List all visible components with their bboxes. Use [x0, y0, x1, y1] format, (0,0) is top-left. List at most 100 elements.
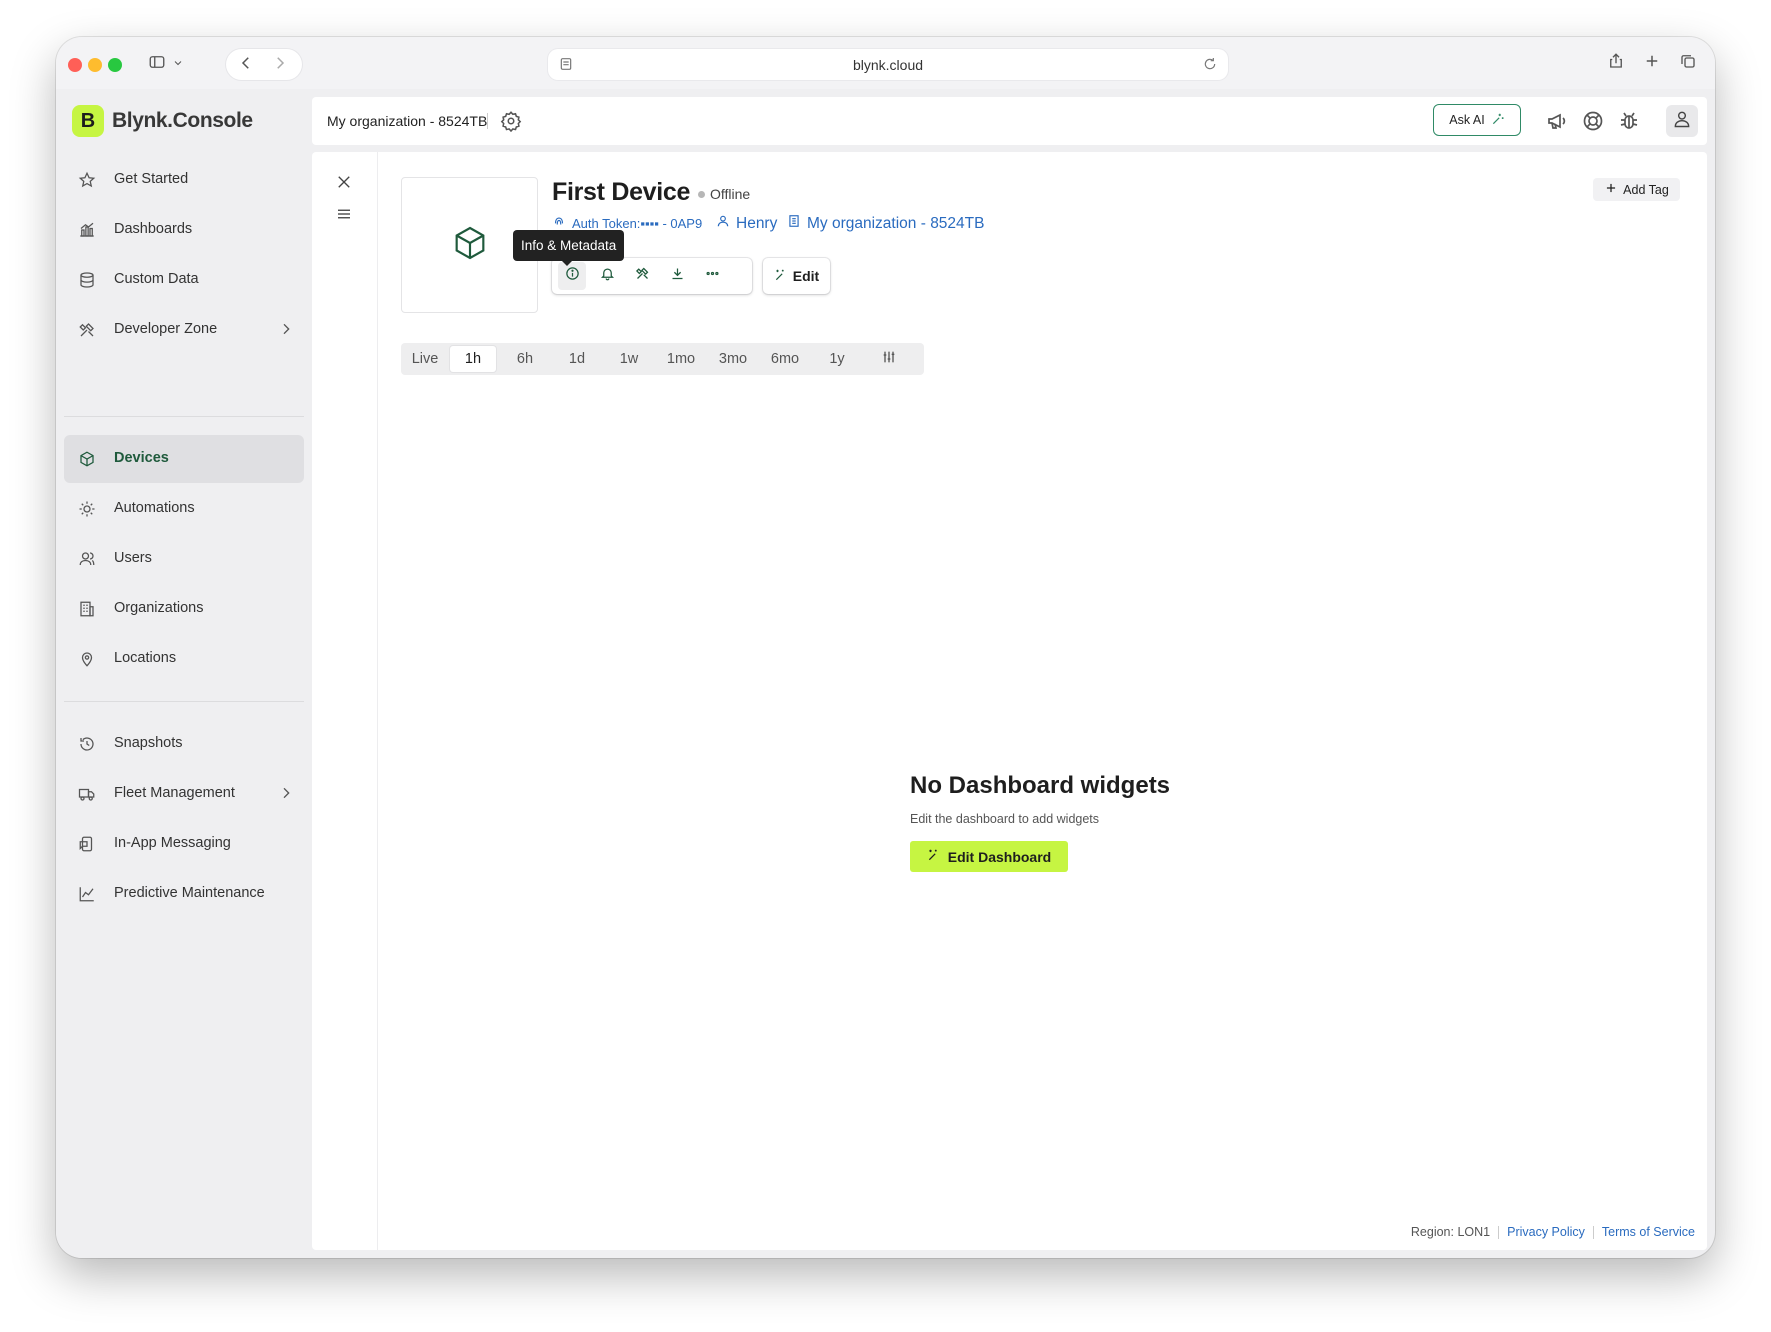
range-1y[interactable]: 1y [814, 346, 860, 372]
sliders-icon [881, 349, 897, 369]
tools-icon [78, 321, 96, 339]
tab-overview-button[interactable] [1674, 49, 1702, 77]
privacy-policy-link[interactable]: Privacy Policy [1507, 1225, 1585, 1239]
range-1w[interactable]: 1w [606, 346, 652, 372]
developer-tools-button[interactable] [628, 262, 656, 290]
menu-icon[interactable] [335, 205, 353, 223]
snapshot-icon [78, 735, 96, 753]
range-live[interactable]: Live [402, 346, 448, 372]
sidebar-item-in-app-messaging[interactable]: In-App Messaging [64, 820, 304, 868]
database-icon [78, 271, 96, 289]
notifications-button[interactable] [593, 262, 621, 290]
organization-name[interactable]: My organization - 8524TB [327, 113, 487, 129]
sidebar-item-label: In-App Messaging [114, 835, 231, 851]
plus-icon [1643, 52, 1661, 75]
range-1h[interactable]: 1h [450, 346, 496, 372]
address-bar[interactable]: blynk.cloud [548, 49, 1228, 80]
sidebar-item-label: Predictive Maintenance [114, 885, 265, 901]
terms-of-service-link[interactable]: Terms of Service [1602, 1225, 1695, 1239]
ask-ai-label: Ask AI [1449, 113, 1485, 127]
edit-device-button[interactable]: Edit [763, 258, 830, 294]
add-tag-button[interactable]: Add Tag [1593, 178, 1680, 201]
time-range-selector: Live 1h 6h 1d 1w 1mo 3mo 6mo 1y [401, 343, 924, 375]
sidebar-item-users[interactable]: Users [64, 535, 304, 583]
user-icon [716, 214, 730, 233]
new-tab-button[interactable] [1638, 49, 1666, 77]
sidebar-toggle-button[interactable] [142, 49, 190, 80]
share-button[interactable] [1602, 49, 1630, 77]
organization-link[interactable]: My organization - 8524TB [787, 214, 984, 233]
bell-icon [600, 266, 615, 286]
browser-window: blynk.cloud B Blynk.Console Get Started … [56, 37, 1715, 1258]
history-nav [226, 49, 302, 80]
sidebar-item-label: Users [114, 550, 152, 566]
footer-divider [1592, 1225, 1594, 1239]
help-icon[interactable] [1581, 109, 1605, 133]
ask-ai-button[interactable]: Ask AI [1433, 104, 1521, 136]
range-1mo[interactable]: 1mo [658, 346, 704, 372]
users-icon [78, 550, 96, 568]
sidebar-item-fleet-management[interactable]: Fleet Management [64, 770, 304, 818]
sidebar: B Blynk.Console Get Started Dashboards C… [56, 89, 312, 1258]
close-icon[interactable] [335, 173, 353, 191]
more-actions-button[interactable] [698, 262, 726, 290]
announcements-icon[interactable] [1545, 109, 1569, 133]
empty-state-title: No Dashboard widgets [910, 772, 1171, 799]
owner-link[interactable]: Henry [716, 214, 777, 233]
download-icon [670, 266, 685, 286]
reload-icon[interactable] [1202, 56, 1218, 72]
page-icon [558, 56, 574, 72]
device-status: Offline [698, 186, 750, 202]
wand-icon [927, 848, 941, 865]
sidebar-item-label: Organizations [114, 600, 204, 616]
building-icon [78, 600, 96, 618]
range-6h[interactable]: 6h [502, 346, 548, 372]
sidebar-item-custom-data[interactable]: Custom Data [64, 256, 304, 304]
status-dot [698, 190, 705, 198]
plus-icon [1604, 181, 1618, 198]
chart-icon [78, 221, 96, 239]
edit-dashboard-label: Edit Dashboard [947, 848, 1052, 865]
back-button[interactable] [232, 55, 260, 75]
zoom-window-button[interactable] [108, 58, 122, 72]
region-text: Region: LON1 [1410, 1225, 1491, 1239]
range-1d[interactable]: 1d [554, 346, 600, 372]
info-icon [565, 266, 580, 286]
sidebar-item-locations[interactable]: Locations [64, 635, 304, 683]
wand-icon [1491, 112, 1505, 129]
sidebar-item-organizations[interactable]: Organizations [64, 585, 304, 633]
header: My organization - 8524TB Ask AI [312, 97, 1707, 145]
device-meta: Auth Token:▪▪▪▪ - 0AP9 Henry My organiza… [552, 214, 1072, 234]
sidebar-item-developer-zone[interactable]: Developer Zone [64, 306, 304, 354]
download-button[interactable] [663, 262, 691, 290]
sidebar-item-devices[interactable]: Devices [64, 435, 304, 483]
sidebar-item-predictive-maintenance[interactable]: Predictive Maintenance [64, 870, 304, 918]
brand[interactable]: B Blynk.Console [72, 105, 253, 137]
auth-token-text: Auth Token:▪▪▪▪ - 0AP9 [572, 216, 703, 231]
status-text: Offline [710, 186, 751, 202]
sidebar-item-get-started[interactable]: Get Started [64, 156, 304, 204]
cube-icon [450, 223, 490, 268]
custom-range-button[interactable] [866, 346, 912, 372]
sidebar-item-label: Snapshots [114, 735, 183, 751]
info-metadata-button[interactable] [558, 262, 586, 290]
sidebar-item-snapshots[interactable]: Snapshots [64, 720, 304, 768]
chevron-down-icon [172, 56, 184, 74]
sidebar-item-dashboards[interactable]: Dashboards [64, 206, 304, 254]
star-icon [78, 171, 96, 189]
bug-icon[interactable] [1617, 109, 1641, 133]
sidebar-item-automations[interactable]: Automations [64, 485, 304, 533]
minimize-window-button[interactable] [88, 58, 102, 72]
range-6mo[interactable]: 6mo [762, 346, 808, 372]
chevron-right-icon [278, 321, 294, 339]
edit-dashboard-button[interactable]: Edit Dashboard [910, 841, 1068, 872]
gear-icon[interactable] [500, 110, 522, 133]
range-3mo[interactable]: 3mo [710, 346, 756, 372]
wand-icon [774, 268, 788, 285]
share-icon [1607, 52, 1625, 75]
close-window-button[interactable] [68, 58, 82, 72]
forward-button[interactable] [266, 55, 294, 75]
user-avatar-button[interactable] [1666, 105, 1698, 137]
building-icon [787, 214, 801, 233]
chevron-right-icon [271, 54, 289, 77]
